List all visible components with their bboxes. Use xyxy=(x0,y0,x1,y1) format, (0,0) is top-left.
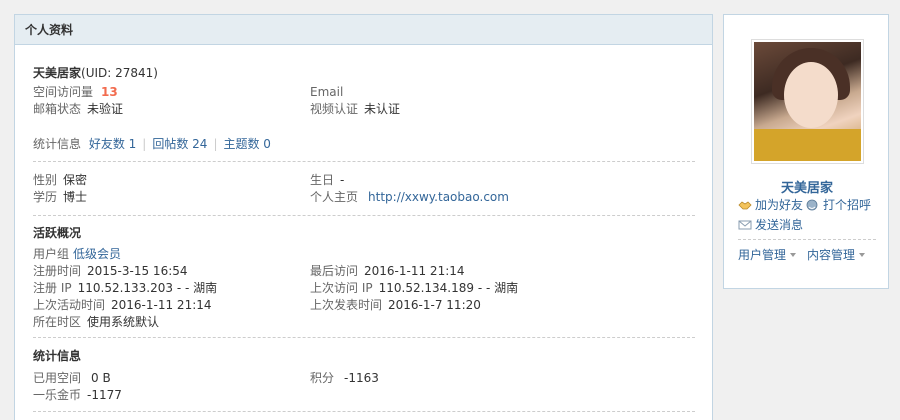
homepage-label: 个人主页 xyxy=(310,190,359,204)
replies-link[interactable]: 回帖数 24 xyxy=(152,137,207,151)
threads-link[interactable]: 主题数 0 xyxy=(223,137,270,151)
visits-label: 空间访问量 xyxy=(33,85,94,99)
email-row: Email xyxy=(310,84,343,100)
gender-value: 保密 xyxy=(63,173,88,187)
last-active-value: 2016-1-11 21:14 xyxy=(111,298,212,312)
points-label: 积分 xyxy=(310,371,335,385)
send-message-label: 发送消息 xyxy=(755,218,804,232)
content-manage-menu[interactable]: 内容管理 xyxy=(807,247,866,263)
last-visit-label: 最后访问 xyxy=(310,264,359,278)
panel-title: 个人资料 xyxy=(15,15,712,45)
envelope-icon xyxy=(738,220,752,230)
video-value: 未认证 xyxy=(364,102,401,116)
homepage-row: 个人主页 http://xxwy.taobao.com xyxy=(310,189,509,205)
last-visit-row: 最后访问 2016-1-11 21:14 xyxy=(310,263,465,279)
space-value: 0 B xyxy=(91,371,111,385)
caret-down-icon xyxy=(790,253,797,257)
birthday-label: 生日 xyxy=(310,173,335,187)
add-friend-label: 加为好友 xyxy=(755,198,804,212)
last-active-label: 上次活动时间 xyxy=(33,298,106,312)
greet-icon xyxy=(806,199,818,211)
content-manage-label: 内容管理 xyxy=(807,248,856,262)
section-divider xyxy=(33,161,695,162)
coins-row: 一乐金币 -1177 xyxy=(33,387,122,403)
reg-ip-label: 注册 IP xyxy=(33,281,72,295)
timezone-label: 所在时区 xyxy=(33,315,82,329)
user-manage-label: 用户管理 xyxy=(738,248,787,262)
section-divider xyxy=(33,215,695,216)
reg-time-value: 2015-3-15 16:54 xyxy=(87,264,188,278)
education-label: 学历 xyxy=(33,190,58,204)
education-value: 博士 xyxy=(63,190,88,204)
last-ip-label: 上次访问 IP xyxy=(310,281,373,295)
group-row: 用户组 低级会员 xyxy=(33,246,121,262)
group-link[interactable]: 低级会员 xyxy=(73,247,121,261)
section-divider xyxy=(33,411,695,412)
timezone-row: 所在时区 使用系统默认 xyxy=(33,314,159,330)
activity-title: 活跃概况 xyxy=(33,226,82,240)
last-ip-row: 上次访问 IP 110.52.134.189 - - 湖南 xyxy=(310,280,518,296)
caret-down-icon xyxy=(859,253,866,257)
email-label: Email xyxy=(310,85,344,99)
points-row: 积分 -1163 xyxy=(310,370,379,386)
sidebar-divider xyxy=(738,239,876,240)
video-row: 视频认证 未认证 xyxy=(310,101,400,117)
points-value: -1163 xyxy=(344,371,379,385)
visits-row: 空间访问量 13 xyxy=(33,84,118,100)
profile-name: 天美居家 xyxy=(33,66,82,80)
coins-value: -1177 xyxy=(87,388,122,402)
last-visit-value: 2016-1-11 21:14 xyxy=(364,264,465,278)
stats-title: 统计信息 xyxy=(33,349,82,363)
education-row: 学历 博士 xyxy=(33,189,87,205)
divider: | xyxy=(213,137,218,151)
reg-time-label: 注册时间 xyxy=(33,264,82,278)
space-label: 已用空间 xyxy=(33,371,82,385)
user-sidebar: 天美居家 加为好友 打个招呼 发送消息 用户管理 内容管理 xyxy=(723,14,889,289)
email-status-label: 邮箱状态 xyxy=(33,102,82,116)
group-label: 用户组 xyxy=(33,247,70,261)
stats-line: 统计信息 好友数 1 | 回帖数 24 | 主题数 0 xyxy=(33,136,271,152)
video-label: 视频认证 xyxy=(310,102,359,116)
birthday-row: 生日 - xyxy=(310,172,344,188)
stats-line-label: 统计信息 xyxy=(33,137,82,151)
email-status-value: 未验证 xyxy=(87,102,124,116)
homepage-link[interactable]: http://xxwy.taobao.com xyxy=(368,190,509,204)
add-friend-button[interactable]: 加为好友 xyxy=(738,197,803,213)
sidebar-username[interactable]: 天美居家 xyxy=(724,177,890,196)
visits-value: 13 xyxy=(101,85,118,99)
gender-row: 性别 保密 xyxy=(33,172,87,188)
space-row: 已用空间 0 B xyxy=(33,370,111,386)
birthday-value: - xyxy=(340,173,345,187)
reg-ip-row: 注册 IP 110.52.133.203 - - 湖南 xyxy=(33,280,217,296)
section-divider xyxy=(33,337,695,338)
friends-link[interactable]: 好友数 1 xyxy=(89,137,136,151)
last-active-row: 上次活动时间 2016-1-11 21:14 xyxy=(33,297,212,313)
reg-time-row: 注册时间 2015-3-15 16:54 xyxy=(33,263,188,279)
email-status-row: 邮箱状态 未验证 xyxy=(33,101,123,117)
profile-uid: (UID: 27841) xyxy=(81,66,158,80)
gender-label: 性别 xyxy=(33,173,58,187)
divider: | xyxy=(142,137,147,151)
avatar-image xyxy=(754,42,861,161)
coins-label: 一乐金币 xyxy=(33,388,82,402)
reg-ip-value: 110.52.133.203 - - 湖南 xyxy=(77,281,218,295)
user-manage-menu[interactable]: 用户管理 xyxy=(738,247,797,263)
last-post-label: 上次发表时间 xyxy=(310,298,383,312)
last-post-value: 2016-1-7 11:20 xyxy=(388,298,481,312)
last-ip-value: 110.52.134.189 - - 湖南 xyxy=(378,281,519,295)
greet-label: 打个招呼 xyxy=(823,198,872,212)
timezone-value: 使用系统默认 xyxy=(87,315,160,329)
greet-button[interactable]: 打个招呼 xyxy=(806,197,871,213)
send-message-button[interactable]: 发送消息 xyxy=(738,217,803,233)
profile-panel: 个人资料 天美居家(UID: 27841) 空间访问量 13 Email 邮箱状态… xyxy=(14,14,713,420)
profile-name-row: 天美居家(UID: 27841) xyxy=(33,65,158,81)
avatar[interactable] xyxy=(751,39,864,164)
last-post-row: 上次发表时间 2016-1-7 11:20 xyxy=(310,297,481,313)
handshake-icon xyxy=(738,201,752,210)
